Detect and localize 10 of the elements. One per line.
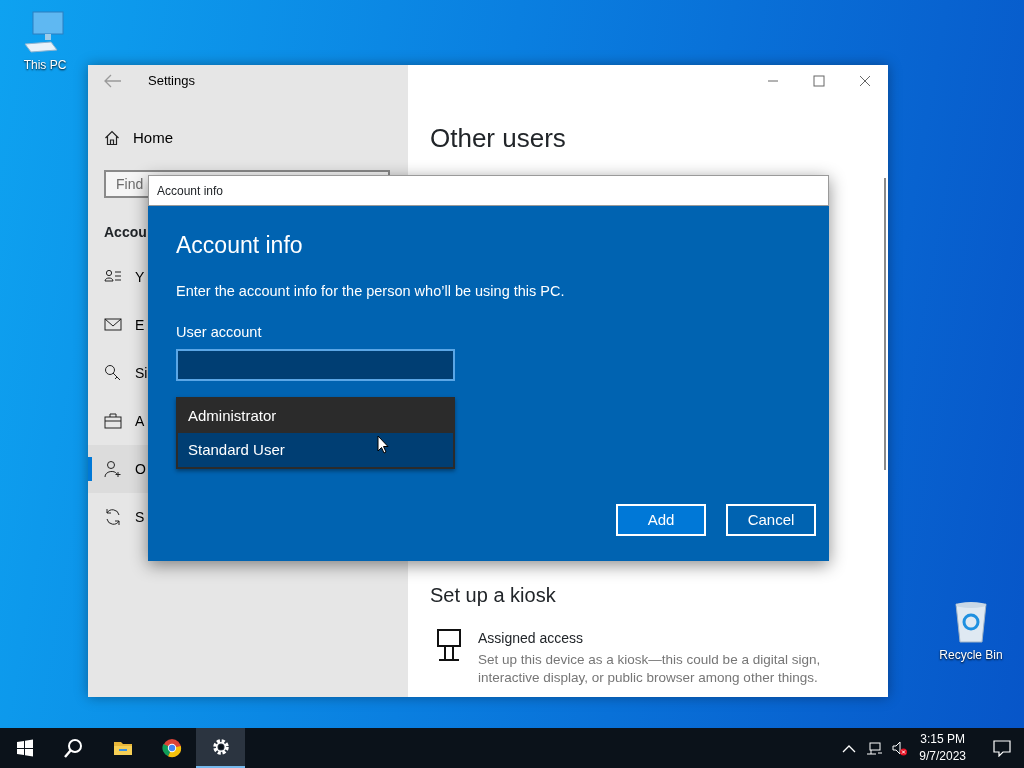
section-heading: Accou [104,223,147,242]
item-description: Set up this device as a kiosk—this could be a digital sign, interactive display, or public browser among other things. [478,651,822,687]
section-heading: Set up a kiosk [430,583,556,608]
item-title: Assigned access [478,629,585,648]
instruction-text: Enter the account info for the person who’ll be using this PC. [176,281,565,301]
window-title: Settings [148,72,195,91]
page-heading: Other users [430,122,566,155]
dialog-heading: Account info [176,231,303,260]
field-label: User account [176,323,262,343]
dialog-title: Account info [157,182,224,200]
